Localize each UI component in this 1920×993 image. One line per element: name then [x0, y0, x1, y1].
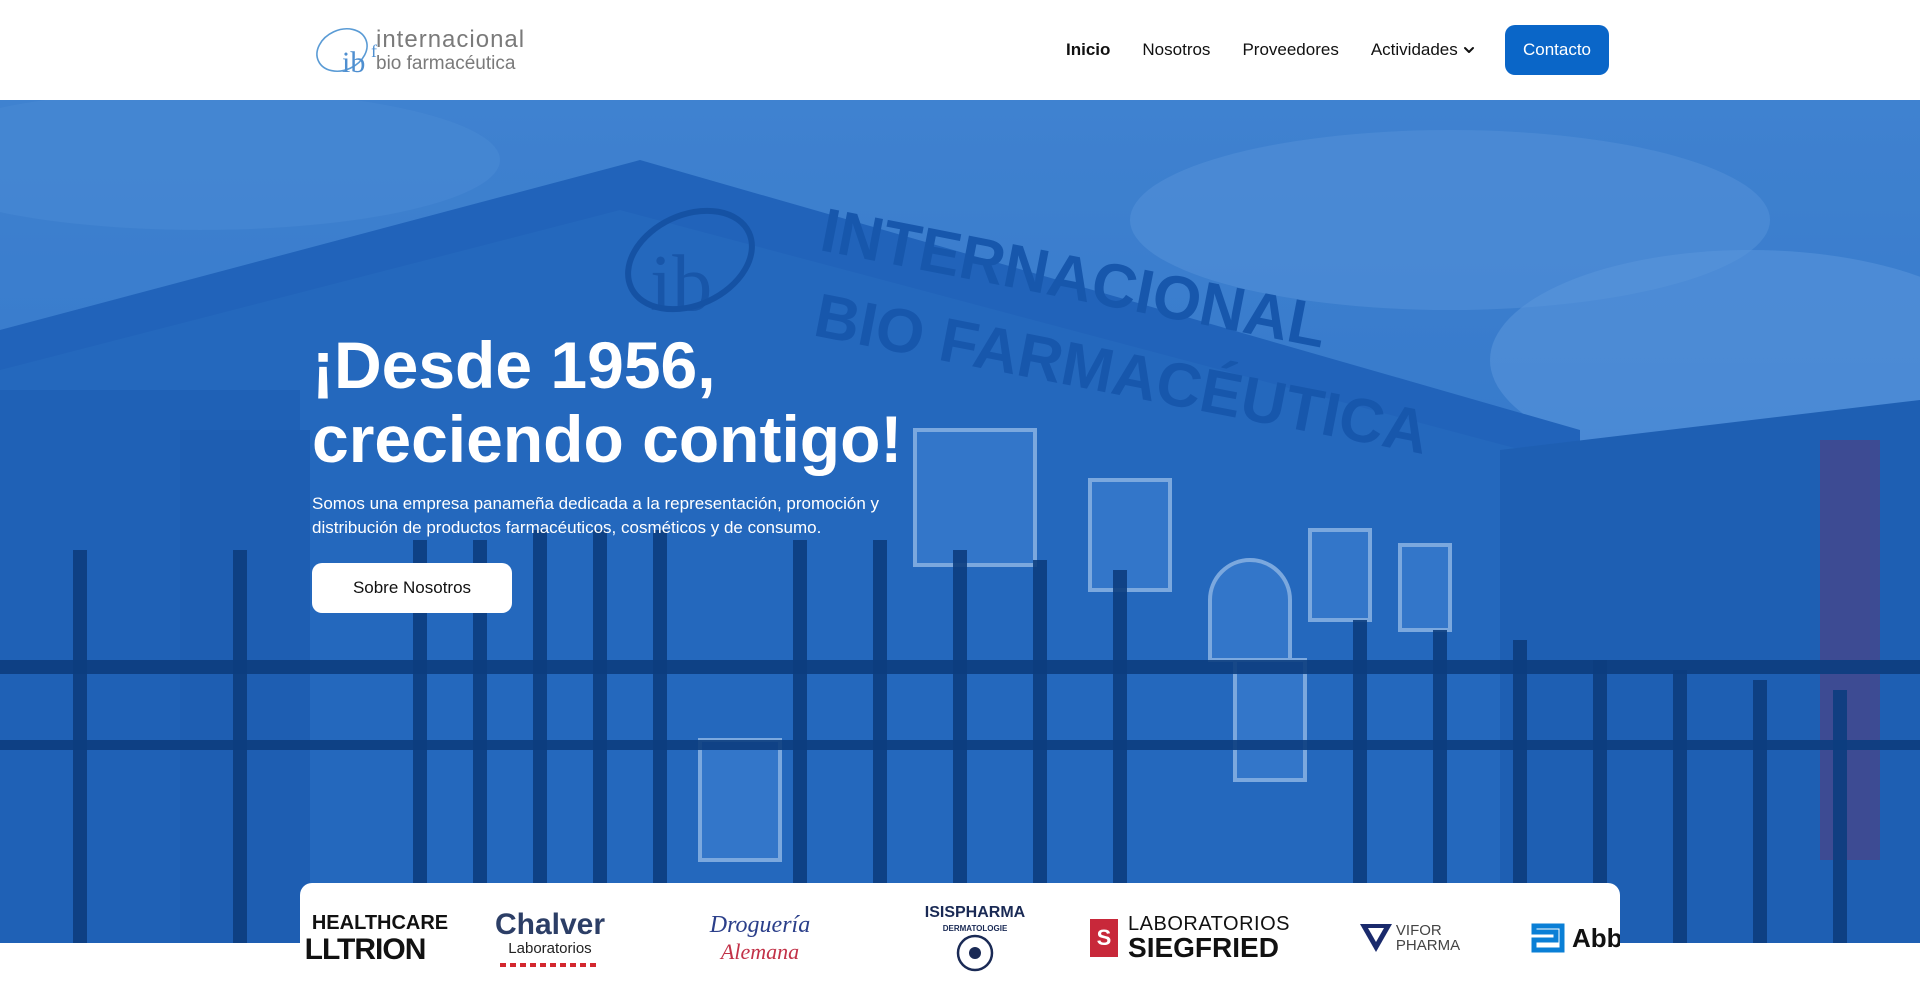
nav-proveedores[interactable]: Proveedores [1242, 40, 1338, 60]
brand-celltrion-main: LLTRION [304, 932, 427, 966]
brand-siegfried-logo[interactable]: S LABORATORIOS SIEGFRIED [1090, 883, 1290, 993]
nav-inicio[interactable]: Inicio [1066, 40, 1110, 60]
hero-overlay [0, 100, 1920, 943]
site-header: ib f internacional bio farmacéutica Inic… [0, 0, 1920, 100]
brand-celltrion-logo[interactable]: HEALTHCARE LLTRION [300, 883, 449, 993]
nav-nosotros[interactable]: Nosotros [1142, 40, 1210, 60]
abbott-emblem-icon [1531, 923, 1565, 953]
brand-drogueria-sub: Alemana [720, 938, 800, 964]
brand-siegfried-top: LABORATORIOS [1128, 913, 1290, 935]
brand-chalver-logo[interactable]: Chalver Laboratorios [490, 883, 610, 993]
brand-isispharma-main: ISISPHARMA [924, 903, 1026, 921]
brand-celltrion-top: HEALTHCARE [311, 911, 449, 934]
contact-button[interactable]: Contacto [1505, 25, 1609, 75]
logo-line2: bio farmacéutica [376, 52, 516, 74]
hero-subtitle: Somos una empresa panameña dedicada a la… [312, 494, 880, 537]
siegfried-emblem-icon: S [1090, 919, 1119, 957]
isispharma-emblem-icon [956, 934, 994, 971]
main-nav: Inicio Nosotros Proveedores Actividades [1066, 0, 1507, 100]
ibf-logo-icon: ib f [316, 28, 377, 79]
hero-section: ib INTERNACIONAL BIO FARMACÉUTICA ¡Desde… [0, 100, 1920, 943]
nav-actividades[interactable]: Actividades [1371, 40, 1475, 60]
logo-line1: internacional [376, 25, 526, 53]
brand-drogueria-alemana-logo[interactable]: Droguería Alemana [675, 883, 845, 993]
brand-abbott-logo[interactable]: Abbo [1530, 883, 1620, 993]
company-logo[interactable]: ib f internacional bio farmacéutica [312, 20, 542, 80]
brand-siegfried-main: SIEGFRIED [1128, 932, 1279, 963]
brand-isispharma-logo[interactable]: ISISPHARMA DERMATOLOGIE [900, 883, 1050, 993]
brand-abbott-main: Abbo [1572, 922, 1620, 953]
hero-title-line2: creciendo contigo! [312, 402, 903, 476]
about-us-button[interactable]: Sobre Nosotros [312, 563, 512, 613]
brand-isispharma-sub: DERMATOLOGIE [942, 923, 1008, 933]
brand-drogueria-main: Droguería [709, 911, 811, 938]
brands-carousel: HEALTHCARE LLTRION Chalver Laboratorios … [300, 883, 1620, 993]
hero-title: ¡Desde 1956, creciendo contigo! [312, 328, 1012, 476]
brand-vifor-main: VIFOR [1395, 922, 1442, 939]
hero-title-line1: ¡Desde 1956, [312, 328, 716, 402]
svg-text:ib: ib [342, 46, 365, 79]
brand-chalver-dots [500, 962, 600, 967]
brand-chalver-main: Chalver [494, 907, 606, 941]
chevron-down-icon [1463, 47, 1474, 53]
brand-vifor-sub: PHARMA [1395, 937, 1461, 954]
brand-vifor-logo[interactable]: VIFOR PHARMA [1355, 883, 1465, 993]
vifor-emblem-icon [1359, 924, 1392, 952]
brand-chalver-sub: Laboratorios [508, 939, 592, 957]
